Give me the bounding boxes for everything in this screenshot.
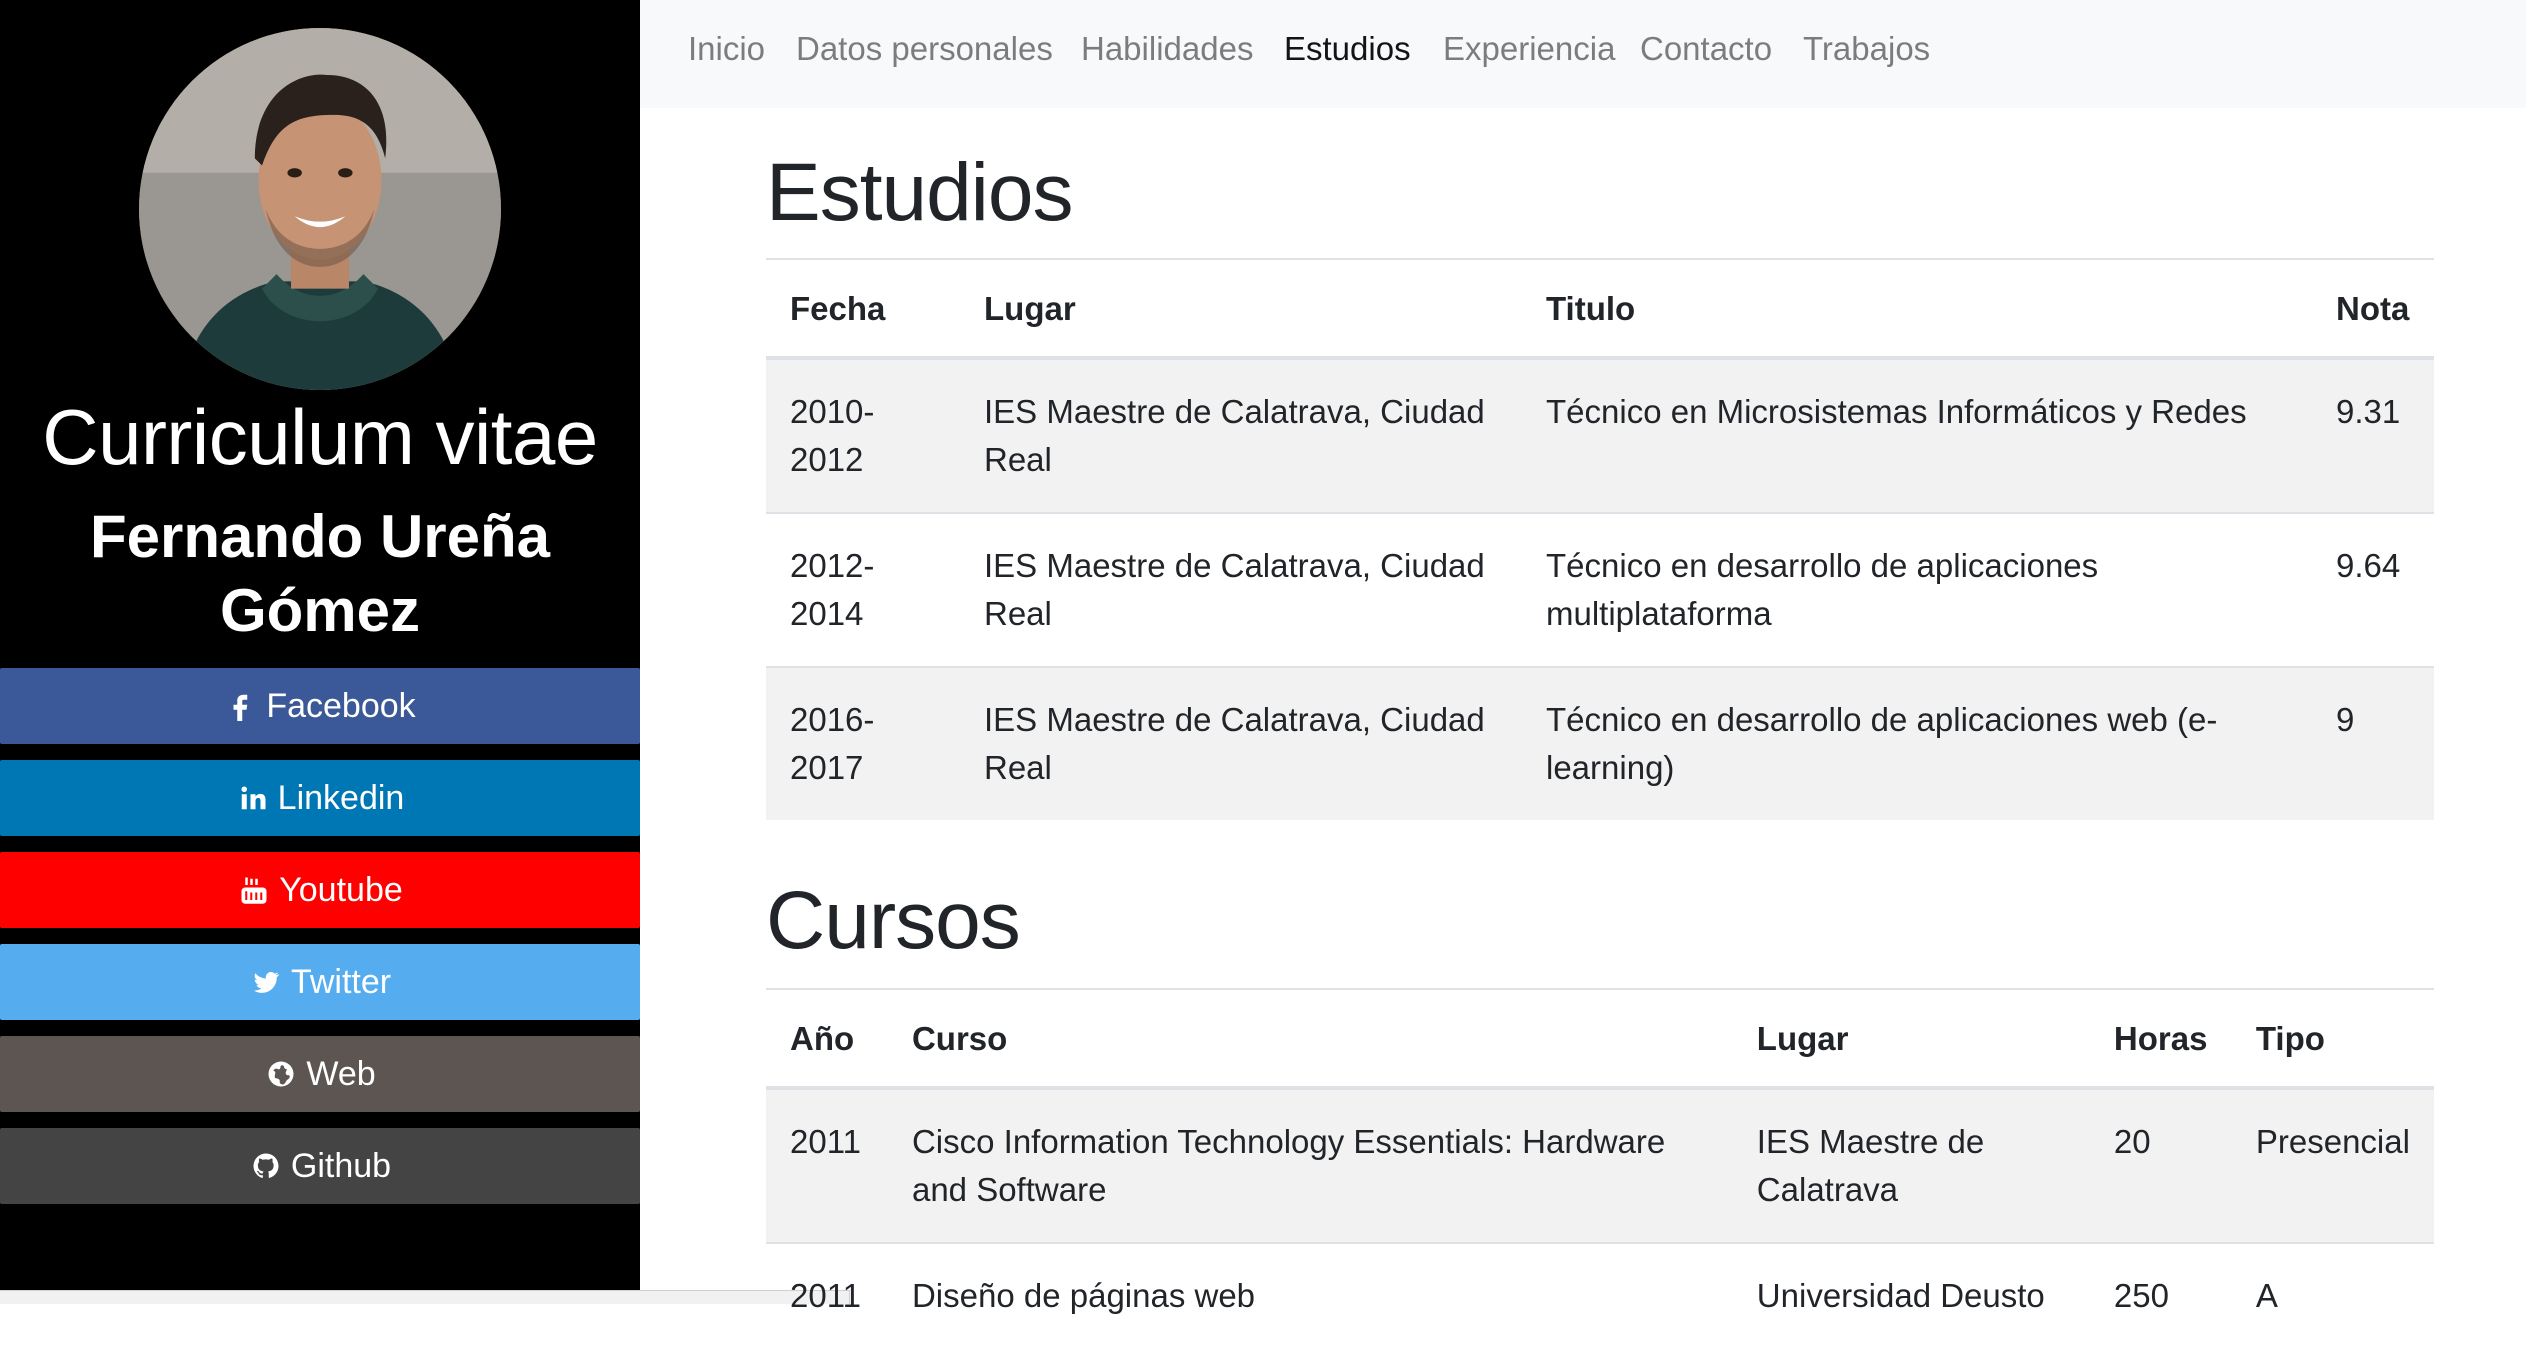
table-row: 2016-2017 IES Maestre de Calatrava, Ciuda… — [766, 666, 2434, 820]
social-button-linkedin[interactable]: Linkedin — [0, 760, 640, 836]
cv-title: Curriculum vitae — [42, 393, 598, 481]
social-button-github[interactable]: Github — [0, 1128, 640, 1204]
table-cell: 9.31 — [2312, 357, 2434, 513]
table-cell: 9.64 — [2312, 512, 2434, 667]
table-cell: 250 — [2089, 1242, 2232, 1348]
estudios-header-titulo: Titulo — [1522, 258, 2312, 360]
github-icon — [249, 1149, 283, 1183]
profile-photo — [139, 28, 501, 390]
cursos-header-horas: Horas — [2089, 988, 2232, 1090]
table-row: 2012-2014 IES Maestre de Calatrava, Ciuda… — [766, 512, 2434, 667]
social-button-web[interactable]: Web — [0, 1036, 640, 1112]
table-cell: A — [2231, 1242, 2434, 1348]
nav-item-datos-personales[interactable]: Datos personales — [796, 30, 1053, 68]
sidebar: Curriculum vitae Fernando Ureña Gómez Fa… — [0, 0, 640, 1290]
cursos-heading: Cursos — [766, 875, 1021, 966]
top-navbar: Inicio Datos personales Habilidades Estudio… — [640, 0, 2526, 108]
globe-icon — [264, 1057, 298, 1091]
cursos-header-curso: Curso — [887, 988, 1733, 1090]
nav-item-inicio[interactable]: Inicio — [688, 30, 765, 68]
table-cell: 20 — [2089, 1087, 2232, 1243]
nav-item-experiencia[interactable]: Experiencia — [1443, 30, 1615, 68]
estudios-header-nota: Nota — [2312, 258, 2434, 360]
nav-item-habilidades[interactable]: Habilidades — [1081, 30, 1253, 68]
social-button-label: Twitter — [290, 962, 392, 1001]
nav-item-estudios[interactable]: Estudios — [1284, 30, 1411, 68]
table-cell: 2016-2017 — [766, 666, 960, 820]
table-row: 2011 Diseño de páginas web Universidad Deu… — [766, 1242, 2434, 1348]
cursos-header-año: Año — [766, 988, 888, 1090]
nav-item-contacto[interactable]: Contacto — [1640, 30, 1772, 68]
youtube-icon — [237, 873, 271, 907]
table-cell: Cisco Information Technology Essentials:… — [887, 1087, 1733, 1243]
avatar — [139, 28, 501, 390]
cursos-table: Año Curso Lugar Horas Tipo 2011 Cisco Informa… — [766, 988, 2434, 1348]
table-cell: IES Maestre de Calatrava, Ciudad Real — [960, 357, 1522, 513]
table-cell: 2011 — [766, 1087, 888, 1243]
table-row: 2011 Cisco Information Technology Essenti… — [766, 1087, 2434, 1243]
estudios-table: Fecha Lugar Titulo Nota 2010-2012 IES Maestr… — [766, 258, 2434, 820]
estudios-header-lugar: Lugar — [960, 258, 1522, 360]
table-cell: Universidad Deusto — [1732, 1242, 2090, 1348]
social-button-label: Facebook — [266, 686, 416, 725]
social-button-youtube[interactable]: Youtube — [0, 852, 640, 928]
person-name: Fernando Ureña Gómez — [89, 503, 551, 644]
twitter-icon — [249, 965, 283, 999]
cursos-header-lugar: Lugar — [1732, 988, 2090, 1090]
table-cell: 2012-2014 — [766, 512, 960, 667]
main-content: Estudios Fecha Lugar Titulo Nota 2010-2012 I… — [766, 108, 2434, 1348]
table-cell: 9 — [2312, 666, 2434, 820]
table-cell: Presencial — [2231, 1087, 2434, 1243]
cursos-header-tipo: Tipo — [2231, 988, 2434, 1090]
table-cell: Técnico en desarrollo de aplicaciones we… — [1522, 666, 2312, 820]
table-cell: IES Maestre de Calatrava, Ciudad Real — [960, 512, 1522, 667]
social-button-twitter[interactable]: Twitter — [0, 944, 640, 1020]
estudios-heading: Estudios — [766, 147, 1074, 238]
table-cell: Técnico en Microsistemas Informáticos y … — [1522, 357, 2312, 513]
estudios-header-fecha: Fecha — [766, 258, 960, 360]
table-cell: Diseño de páginas web — [887, 1242, 1733, 1348]
social-button-label: Web — [306, 1054, 376, 1093]
social-button-label: Youtube — [279, 870, 403, 909]
table-cell: 2011 — [766, 1242, 888, 1348]
table-cell: IES Maestre de Calatrava — [1732, 1087, 2090, 1243]
table-cell: Técnico en desarrollo de aplicaciones mu… — [1522, 512, 2312, 667]
social-button-label: Linkedin — [277, 778, 405, 817]
social-button-label: Github — [290, 1146, 392, 1185]
nav-item-trabajos[interactable]: Trabajos — [1803, 30, 1930, 68]
table-row: 2010-2012 IES Maestre de Calatrava, Ciuda… — [766, 357, 2434, 513]
status-bar — [0, 1290, 850, 1304]
table-cell: IES Maestre de Calatrava, Ciudad Real — [960, 666, 1522, 820]
linkedin-icon — [236, 781, 270, 815]
table-cell: 2010-2012 — [766, 357, 960, 513]
facebook-icon — [224, 689, 258, 723]
social-button-facebook[interactable]: Facebook — [0, 668, 640, 744]
